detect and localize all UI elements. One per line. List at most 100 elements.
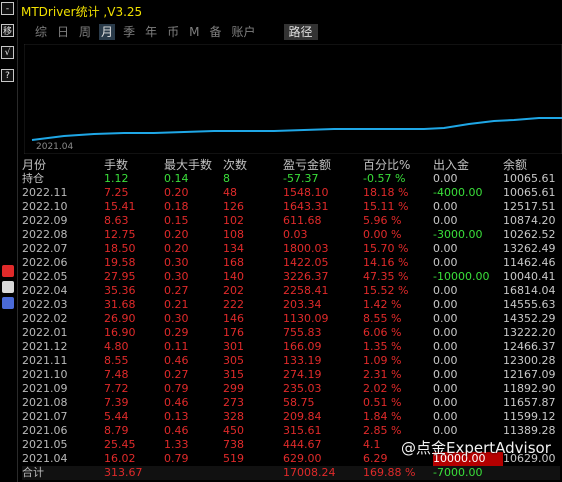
cell-count: 48	[223, 186, 237, 199]
cell-profit: 274.19	[283, 368, 322, 381]
marker-blue-icon	[2, 297, 14, 309]
table-row: 2021.12 4.80 0.11 301 166.09 1.35 % 0.00 12466.…	[22, 340, 560, 354]
cell-fund: 0.00	[433, 242, 458, 255]
cell-count: 168	[223, 256, 244, 269]
cell-month: 2022.01	[22, 326, 68, 339]
cell-lots: 4.80	[104, 340, 129, 353]
cell-pct: 15.11 %	[363, 200, 409, 213]
cell-count: 146	[223, 312, 244, 325]
table-row: 2022.02 26.90 0.30 146 1130.09 8.55 % 0.00 1435…	[22, 312, 560, 326]
tab-m[interactable]: M	[187, 24, 201, 40]
tab-account[interactable]: 账户	[229, 24, 257, 40]
cell-lots: 8.63	[104, 214, 129, 227]
table-row: 2021.06 8.79 0.46 450 315.61 2.85 % 0.00 11389.…	[22, 424, 560, 438]
cell-profit: 209.84	[283, 410, 322, 423]
cell-count: 126	[223, 200, 244, 213]
cell-lots: 12.75	[104, 228, 136, 241]
help-button[interactable]: ?	[1, 69, 14, 82]
tab-comprehensive[interactable]: 综	[33, 24, 49, 40]
marker-white-icon	[2, 281, 14, 293]
row-pct: -0.57 %	[363, 172, 406, 185]
tab-year[interactable]: 年	[143, 24, 159, 40]
cell-max: 0.11	[164, 340, 189, 353]
total-month: 合计	[22, 466, 104, 480]
cell-max: 0.27	[164, 284, 189, 297]
cell-count: 134	[223, 242, 244, 255]
cell-count: 738	[223, 438, 244, 451]
cell-month: 2021.08	[22, 396, 68, 409]
cell-fund: 0.00	[433, 368, 458, 381]
cell-fund: 0.00	[433, 312, 458, 325]
cell-month: 2022.09	[22, 214, 68, 227]
cell-month: 2022.11	[22, 186, 68, 199]
cell-max: 0.20	[164, 242, 189, 255]
cell-lots: 7.25	[104, 186, 129, 199]
cell-fund: 0.00	[433, 340, 458, 353]
col-profit: 盈亏金额	[283, 158, 332, 172]
cell-pct: 6.06 %	[363, 326, 402, 339]
cell-lots: 8.55	[104, 354, 129, 367]
cell-lots: 27.95	[104, 270, 136, 283]
cell-balance: 11657.87	[503, 396, 556, 409]
move-button[interactable]: 移	[1, 24, 14, 37]
cell-profit: 203.34	[283, 298, 322, 311]
cell-profit: 0.03	[283, 228, 308, 241]
cell-balance: 16814.04	[503, 284, 556, 297]
cell-count: 176	[223, 326, 244, 339]
cell-count: 450	[223, 424, 244, 437]
check-button[interactable]: √	[1, 46, 14, 59]
cell-month: 2021.05	[22, 438, 68, 451]
cell-profit: 3226.37	[283, 270, 329, 283]
cell-balance: 11389.28	[503, 424, 556, 437]
cell-max: 0.18	[164, 200, 189, 213]
tab-day[interactable]: 日	[55, 24, 71, 40]
total-count	[223, 466, 283, 480]
tab-week[interactable]: 周	[77, 24, 93, 40]
cell-fund: 0.00	[433, 382, 458, 395]
cell-lots: 8.79	[104, 424, 129, 437]
tab-route[interactable]: 路径	[283, 24, 318, 40]
cell-fund: 0.00	[433, 424, 458, 437]
cell-month: 2021.04	[22, 452, 68, 465]
col-fund: 出入金	[433, 158, 470, 172]
cell-profit: 1800.03	[283, 242, 329, 255]
cell-month: 2022.10	[22, 200, 68, 213]
cell-balance: 11892.90	[503, 382, 556, 395]
cell-max: 0.79	[164, 452, 189, 465]
cell-balance: 13222.20	[503, 326, 556, 339]
cell-balance: 11599.12	[503, 410, 556, 423]
cell-month: 2021.12	[22, 340, 68, 353]
cell-max: 0.30	[164, 312, 189, 325]
cell-lots: 5.44	[104, 410, 129, 423]
cell-balance: 10874.20	[503, 214, 556, 227]
window-title: MTDriver统计 ,V3.25	[21, 5, 143, 19]
tab-month[interactable]: 月	[99, 24, 116, 40]
row-label: 持仓	[22, 172, 44, 185]
cell-max: 0.29	[164, 326, 189, 339]
watermark: @点金ExpertAdvisor	[401, 439, 551, 457]
table-row: 2022.10 15.41 0.18 126 1643.31 15.11 % 0.00 125…	[22, 200, 560, 214]
total-balance	[503, 466, 560, 480]
cell-month: 2022.03	[22, 298, 68, 311]
cell-profit: 755.83	[283, 326, 322, 339]
minimize-button[interactable]: -	[1, 2, 14, 15]
col-max-lots: 最大手数	[164, 158, 213, 172]
cell-fund: 0.00	[433, 214, 458, 227]
tab-backup[interactable]: 备	[207, 24, 223, 40]
cell-fund: 0.00	[433, 354, 458, 367]
total-profit: 17008.24	[283, 466, 363, 480]
tab-currency[interactable]: 币	[165, 24, 181, 40]
table-row: 2021.09 7.72 0.79 299 235.03 2.02 % 0.00 11892.…	[22, 382, 560, 396]
divider	[17, 0, 18, 482]
cell-max: 0.46	[164, 354, 189, 367]
cell-lots: 31.68	[104, 298, 136, 311]
cell-lots: 16.02	[104, 452, 136, 465]
side-markers	[2, 265, 14, 313]
cell-profit: 629.00	[283, 452, 322, 465]
cell-count: 140	[223, 270, 244, 283]
row-count: 8	[223, 172, 230, 185]
tab-quarter[interactable]: 季	[121, 24, 137, 40]
table-row: 2022.04 35.36 0.27 202 2258.41 15.52 % 0.00 168…	[22, 284, 560, 298]
cell-count: 301	[223, 340, 244, 353]
cell-count: 202	[223, 284, 244, 297]
